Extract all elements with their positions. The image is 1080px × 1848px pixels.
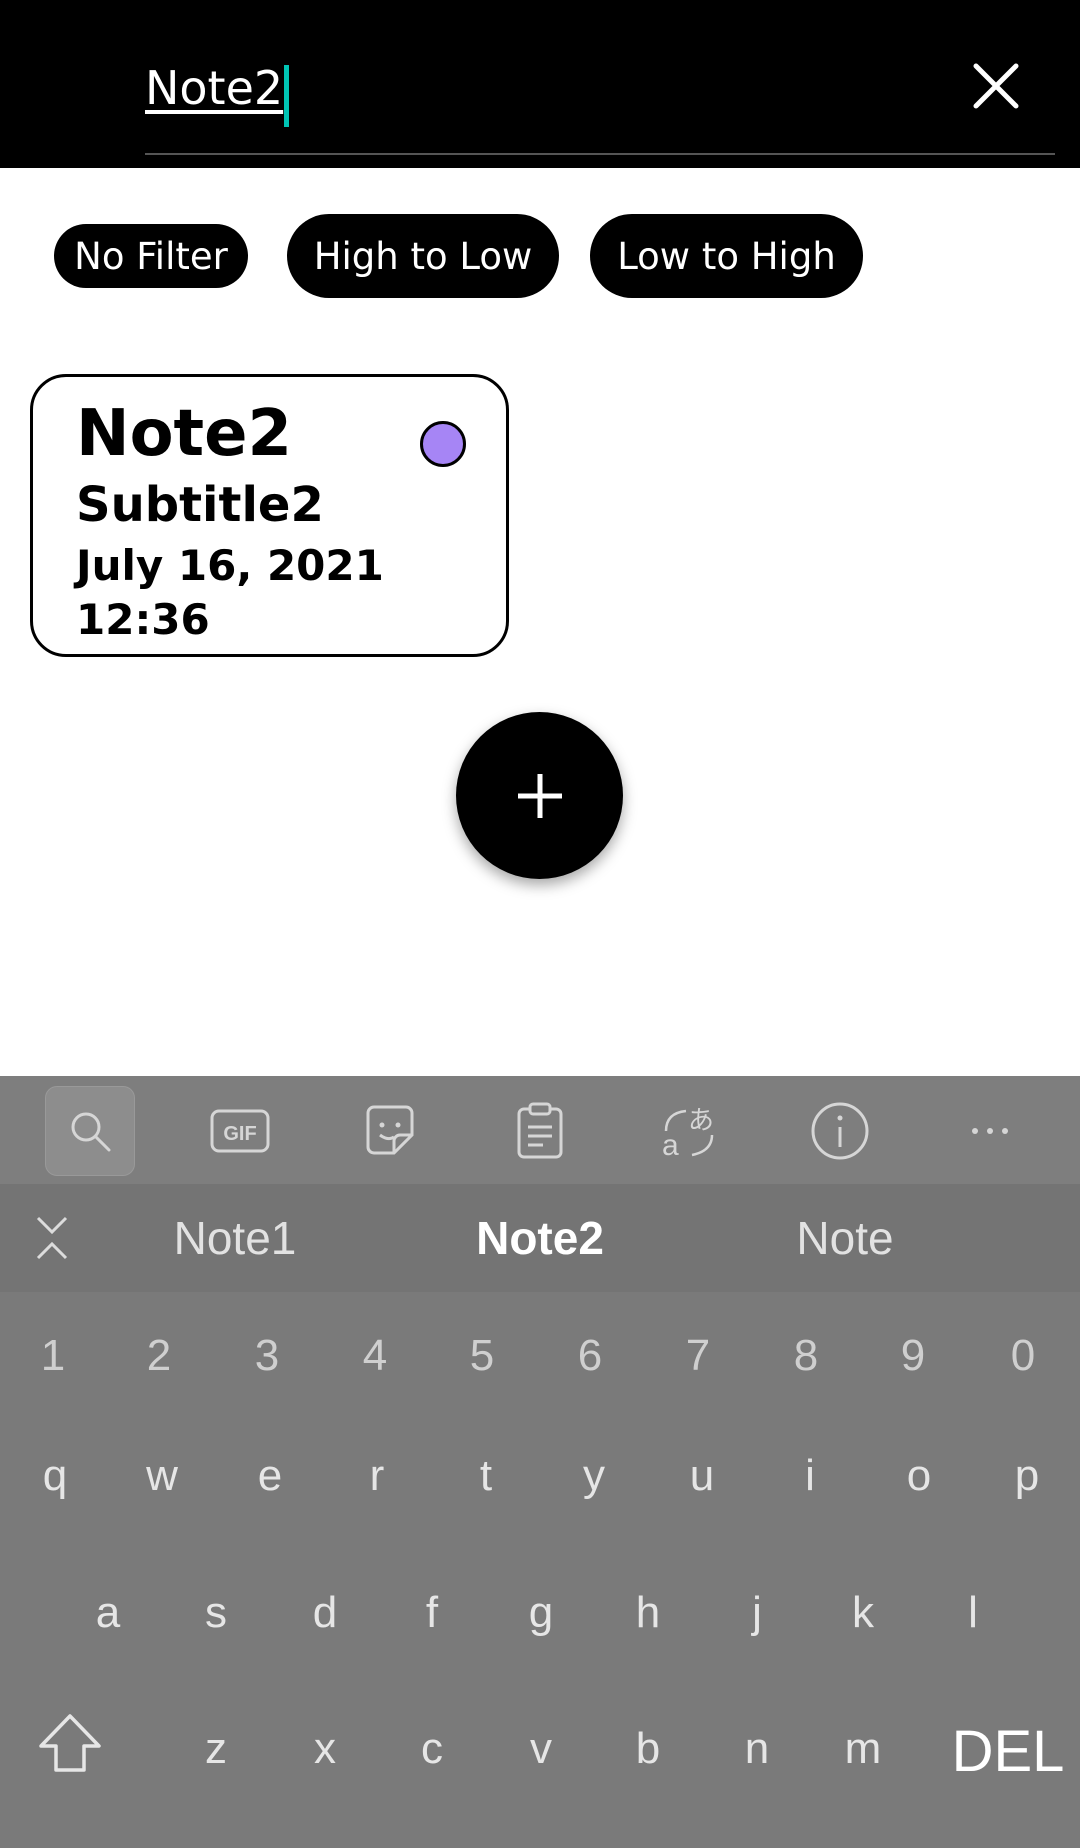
key-p[interactable]: p: [982, 1451, 1072, 1501]
key-u[interactable]: u: [657, 1451, 747, 1501]
key-w[interactable]: w: [117, 1451, 207, 1501]
search-icon[interactable]: [45, 1086, 135, 1176]
high-to-low-chip[interactable]: High to Low: [287, 214, 559, 298]
low-to-high-chip[interactable]: Low to High: [590, 214, 863, 298]
suggestion-1[interactable]: Note1: [130, 1184, 340, 1292]
key-k[interactable]: k: [818, 1588, 908, 1638]
note-title: Note2: [76, 397, 293, 471]
add-note-button[interactable]: [456, 712, 623, 879]
key-q[interactable]: q: [10, 1451, 100, 1501]
text-cursor: [284, 64, 290, 127]
note-subtitle: Subtitle2: [76, 477, 324, 533]
note-card[interactable]: Note2 Subtitle2 July 16, 2021 12:36: [30, 374, 509, 657]
key-2[interactable]: 2: [114, 1331, 204, 1381]
search-input[interactable]: Note2: [145, 48, 965, 128]
key-c[interactable]: c: [387, 1724, 477, 1774]
key-d[interactable]: d: [280, 1588, 370, 1638]
close-icon[interactable]: [968, 58, 1024, 114]
key-r[interactable]: r: [332, 1451, 422, 1501]
note-color-dot: [420, 421, 466, 467]
key-t[interactable]: t: [441, 1451, 531, 1501]
note-datetime: July 16, 2021 12:36: [76, 539, 476, 647]
info-icon[interactable]: [795, 1086, 885, 1176]
no-filter-chip[interactable]: No Filter: [54, 224, 248, 288]
key-8[interactable]: 8: [761, 1331, 851, 1381]
key-j[interactable]: j: [712, 1588, 802, 1638]
key-7[interactable]: 7: [653, 1331, 743, 1381]
key-l[interactable]: l: [928, 1588, 1018, 1638]
key-y[interactable]: y: [549, 1451, 639, 1501]
key-3[interactable]: 3: [222, 1331, 312, 1381]
key-6[interactable]: 6: [545, 1331, 635, 1381]
search-header: Note2: [0, 0, 1080, 168]
sticker-icon[interactable]: [345, 1086, 435, 1176]
translate-icon[interactable]: aあ: [645, 1086, 735, 1176]
key-m[interactable]: m: [818, 1724, 908, 1774]
key-n[interactable]: n: [712, 1724, 802, 1774]
key-i[interactable]: i: [765, 1451, 855, 1501]
shift-icon[interactable]: [32, 1712, 108, 1778]
key-z[interactable]: z: [171, 1724, 261, 1774]
key-0[interactable]: 0: [978, 1331, 1068, 1381]
more-icon[interactable]: [945, 1086, 1035, 1176]
key-b[interactable]: b: [603, 1724, 693, 1774]
key-1[interactable]: 1: [8, 1331, 98, 1381]
gif-icon[interactable]: GIF: [195, 1086, 285, 1176]
suggestion-bar: Note1 Note2 Note: [0, 1184, 1080, 1292]
svg-text:あ: あ: [688, 1106, 714, 1136]
key-s[interactable]: s: [171, 1588, 261, 1638]
key-e[interactable]: e: [225, 1451, 315, 1501]
plus-icon: [517, 773, 562, 818]
key-4[interactable]: 4: [330, 1331, 420, 1381]
gif-label: GIF: [223, 1123, 256, 1145]
key-v[interactable]: v: [496, 1724, 586, 1774]
key-g[interactable]: g: [496, 1588, 586, 1638]
key-o[interactable]: o: [874, 1451, 964, 1501]
svg-text:a: a: [662, 1129, 679, 1161]
search-input-value: Note2: [145, 61, 284, 115]
keyboard: GIF aあ Note1 Note2 Note 1 2 3 4 5 6 7 8 …: [0, 1076, 1080, 1848]
clipboard-icon[interactable]: [495, 1086, 585, 1176]
key-x[interactable]: x: [280, 1724, 370, 1774]
search-underline: [145, 153, 1055, 155]
note-time: 12:36: [76, 595, 210, 644]
keyboard-toolbar: GIF aあ: [0, 1076, 1080, 1184]
key-a[interactable]: a: [63, 1588, 153, 1638]
suggestion-3[interactable]: Note: [740, 1184, 950, 1292]
key-h[interactable]: h: [603, 1588, 693, 1638]
collapse-icon[interactable]: [30, 1212, 74, 1264]
key-f[interactable]: f: [387, 1588, 477, 1638]
delete-key[interactable]: DEL: [948, 1718, 1068, 1785]
key-9[interactable]: 9: [868, 1331, 958, 1381]
note-date: July 16, 2021: [76, 541, 384, 590]
suggestion-2[interactable]: Note2: [430, 1184, 650, 1292]
key-5[interactable]: 5: [437, 1331, 527, 1381]
